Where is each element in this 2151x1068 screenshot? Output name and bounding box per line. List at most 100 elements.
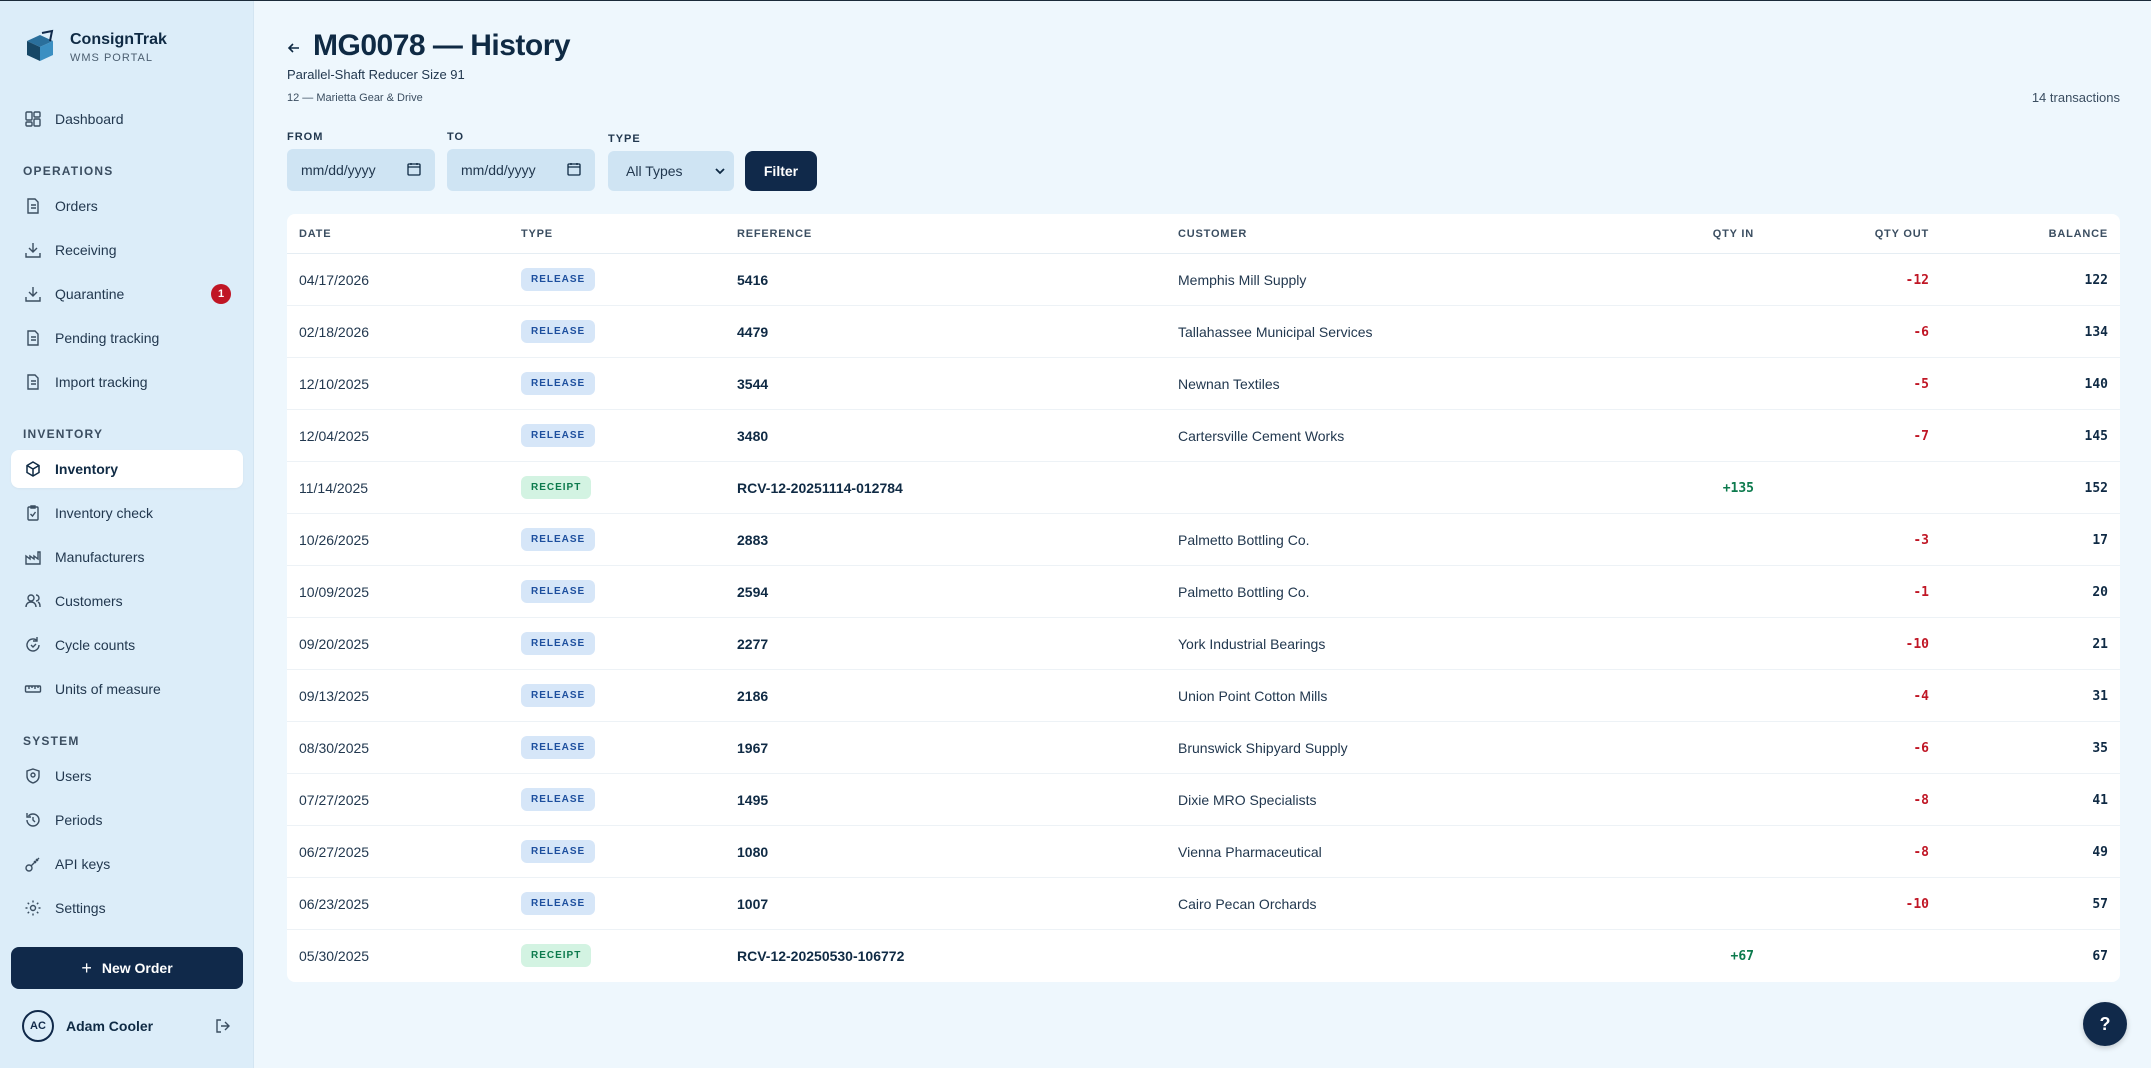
back-arrow-icon[interactable]	[286, 40, 302, 56]
cell-type: RELEASE	[521, 320, 596, 343]
document-icon	[27, 198, 39, 214]
brand-name: ConsignTrak	[70, 30, 167, 48]
table-row[interactable]: 10/09/2025 RELEASE 2594 Palmetto Bottling C…	[287, 566, 2120, 618]
table-row[interactable]: 09/20/2025 RELEASE 2277 York Industrial Bea…	[287, 618, 2120, 670]
cell-balance: 122	[2084, 273, 2108, 288]
chevron-down-icon	[715, 168, 725, 175]
to-date-input[interactable]: mm/dd/yyyy	[447, 149, 595, 191]
cell-reference[interactable]: 3480	[737, 428, 768, 444]
cell-reference[interactable]: 2594	[737, 584, 768, 600]
type-badge: RELEASE	[521, 424, 596, 447]
table-row[interactable]: 12/10/2025 RELEASE 3544 Newnan Textiles -5 14…	[287, 358, 2120, 410]
cell-balance: 134	[2084, 325, 2108, 340]
new-order-button[interactable]: + New Order	[11, 947, 243, 989]
cell-qty-out: -6	[1913, 325, 1929, 340]
cell-reference[interactable]: 2883	[737, 532, 768, 548]
table-row[interactable]: 11/14/2025 RECEIPT RCV-12-20251114-012784 +…	[287, 462, 2120, 514]
cell-type: RELEASE	[521, 580, 596, 603]
cell-balance: 152	[2084, 481, 2108, 496]
sidebar-item-quarantine[interactable]: Quarantine 1	[11, 275, 243, 313]
sidebar-item-customers[interactable]: Customers	[11, 582, 243, 620]
column-header-balance[interactable]: BALANCE	[2049, 228, 2108, 240]
table-row[interactable]: 06/27/2025 RELEASE 1080 Vienna Pharmaceutic…	[287, 826, 2120, 878]
cell-reference[interactable]: 4479	[737, 324, 768, 340]
logout-icon[interactable]	[214, 1017, 232, 1035]
cell-reference[interactable]: 1967	[737, 740, 768, 756]
sidebar-item-periods[interactable]: Periods	[11, 801, 243, 839]
table-row[interactable]: 04/17/2026 RELEASE 5416 Memphis Mill Supply…	[287, 254, 2120, 306]
calendar-icon[interactable]	[567, 162, 581, 176]
sidebar-item-inventory-check[interactable]: Inventory check	[11, 494, 243, 532]
cell-reference[interactable]: 1007	[737, 896, 768, 912]
sidebar-item-dashboard[interactable]: Dashboard	[11, 100, 243, 138]
key-icon	[25, 857, 40, 872]
sidebar-item-import-tracking[interactable]: Import tracking	[11, 363, 243, 401]
from-date-input[interactable]: mm/dd/yyyy	[287, 149, 435, 191]
table-row[interactable]: 02/18/2026 RELEASE 4479 Tallahassee Municip…	[287, 306, 2120, 358]
sidebar-item-users[interactable]: Users	[11, 757, 243, 795]
cell-reference[interactable]: 3544	[737, 376, 768, 392]
sidebar-item-pending-tracking[interactable]: Pending tracking	[11, 319, 243, 357]
sidebar-item-inventory[interactable]: Inventory	[11, 450, 243, 488]
calendar-icon[interactable]	[407, 162, 421, 176]
cell-qty-out: -5	[1913, 377, 1929, 392]
column-header-date[interactable]: DATE	[299, 228, 331, 240]
type-badge: RELEASE	[521, 840, 596, 863]
table-row[interactable]: 08/30/2025 RELEASE 1967 Brunswick Shipyard …	[287, 722, 2120, 774]
type-badge: RELEASE	[521, 684, 596, 707]
cell-reference[interactable]: 2277	[737, 636, 768, 652]
table-row[interactable]: 10/26/2025 RELEASE 2883 Palmetto Bottling C…	[287, 514, 2120, 566]
table-row[interactable]: 12/04/2025 RELEASE 3480 Cartersville Cement…	[287, 410, 2120, 462]
column-header-qty-out[interactable]: QTY OUT	[1875, 228, 1929, 240]
sidebar-item-units-of-measure[interactable]: Units of measure	[11, 670, 243, 708]
shield-user-icon	[26, 768, 40, 784]
column-header-qty-in[interactable]: QTY IN	[1713, 228, 1754, 240]
type-badge: RECEIPT	[521, 944, 592, 967]
main-content: MG0078 — History Parallel-Shaft Reducer …	[254, 1, 2151, 1068]
cell-date: 10/26/2025	[299, 532, 370, 548]
sidebar-item-receiving[interactable]: Receiving	[11, 231, 243, 269]
cell-reference[interactable]: RCV-12-20250530-106772	[737, 948, 904, 964]
cell-reference[interactable]: 1080	[737, 844, 768, 860]
cell-qty-in: +67	[1730, 949, 1754, 964]
table-row[interactable]: 05/30/2025 RECEIPT RCV-12-20250530-106772 +…	[287, 930, 2120, 982]
filter-button[interactable]: Filter	[745, 151, 817, 191]
cell-qty-out: -12	[1905, 273, 1929, 288]
sidebar-item-cycle-counts[interactable]: Cycle counts	[11, 626, 243, 664]
cell-date: 04/17/2026	[299, 272, 370, 288]
help-button[interactable]: ?	[2083, 1002, 2127, 1046]
table-row[interactable]: 09/13/2025 RELEASE 2186 Union Point Cotton …	[287, 670, 2120, 722]
column-header-customer[interactable]: CUSTOMER	[1178, 228, 1247, 240]
document-icon	[27, 330, 39, 346]
sidebar-item-manufacturers[interactable]: Manufacturers	[11, 538, 243, 576]
sidebar-item-settings[interactable]: Settings	[11, 889, 243, 927]
column-header-type[interactable]: TYPE	[521, 228, 553, 240]
nav-section-operations: OPERATIONS	[23, 164, 114, 178]
cube-icon	[26, 461, 40, 477]
sidebar-item-label: Manufacturers	[55, 549, 145, 565]
cell-reference[interactable]: 1495	[737, 792, 768, 808]
transaction-count: 14 transactions	[2031, 90, 2120, 105]
column-header-reference[interactable]: REFERENCE	[737, 228, 812, 240]
refresh-icon	[26, 637, 40, 652]
avatar[interactable]: AC	[22, 1010, 54, 1042]
brand[interactable]: ConsignTrak WMS PORTAL	[22, 29, 167, 65]
type-badge: RELEASE	[521, 268, 596, 291]
table-row[interactable]: 07/27/2025 RELEASE 1495 Dixie MRO Specialis…	[287, 774, 2120, 826]
cell-qty-out: -6	[1913, 741, 1929, 756]
cell-customer: Palmetto Bottling Co.	[1178, 584, 1310, 600]
type-badge: RELEASE	[521, 320, 596, 343]
cell-reference[interactable]: 5416	[737, 272, 768, 288]
cell-balance: 145	[2084, 429, 2108, 444]
sidebar-item-orders[interactable]: Orders	[11, 187, 243, 225]
table-row[interactable]: 06/23/2025 RELEASE 1007 Cairo Pecan Orchard…	[287, 878, 2120, 930]
sidebar-item-api-keys[interactable]: API keys	[11, 845, 243, 883]
cell-balance: 41	[2092, 793, 2108, 808]
cell-reference[interactable]: 2186	[737, 688, 768, 704]
cell-customer: Dixie MRO Specialists	[1178, 792, 1317, 808]
cell-reference[interactable]: RCV-12-20251114-012784	[737, 480, 903, 496]
cell-date: 08/30/2025	[299, 740, 370, 756]
download-icon	[25, 287, 41, 302]
plus-icon: +	[81, 957, 92, 978]
type-select[interactable]: All Types	[608, 151, 734, 191]
